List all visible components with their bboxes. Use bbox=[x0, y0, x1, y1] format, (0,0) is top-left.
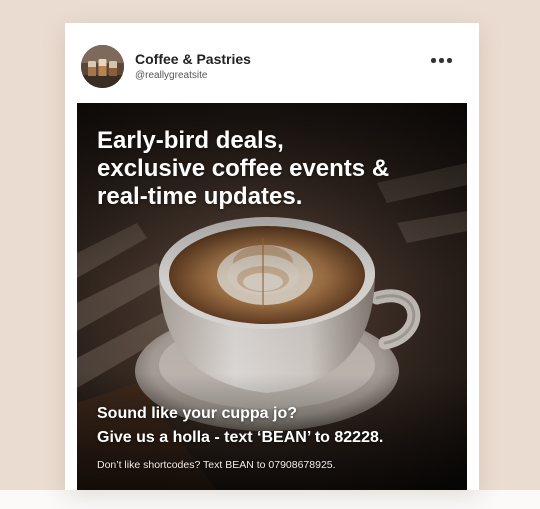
post-headline: Early-bird deals, exclusive coffee event… bbox=[97, 127, 457, 211]
cta-line: Give us a holla - text ‘BEAN’ to 82228. bbox=[97, 429, 384, 446]
account-name[interactable]: Coffee & Pastries bbox=[135, 51, 251, 67]
shortcode-footnote: Don’t like shortcodes? Text BEAN to 0790… bbox=[97, 459, 336, 471]
cta-line: Sound like your cuppa jo? bbox=[97, 405, 298, 422]
headline-line: exclusive coffee events & bbox=[97, 155, 390, 182]
post-image[interactable]: Early-bird deals, exclusive coffee event… bbox=[77, 103, 467, 490]
account-handle[interactable]: @reallygreatsite bbox=[135, 70, 207, 81]
more-options-button[interactable] bbox=[423, 50, 459, 70]
social-post-card: Coffee & Pastries @reallygreatsite Early… bbox=[65, 23, 479, 490]
headline-line: real-time updates. bbox=[97, 183, 303, 210]
page-bottom-strip bbox=[0, 490, 540, 509]
avatar-coffee-cups-image bbox=[81, 45, 124, 88]
post-header: Coffee & Pastries @reallygreatsite bbox=[65, 23, 479, 103]
account-avatar[interactable] bbox=[81, 45, 124, 88]
headline-line: Early-bird deals, bbox=[97, 127, 284, 154]
